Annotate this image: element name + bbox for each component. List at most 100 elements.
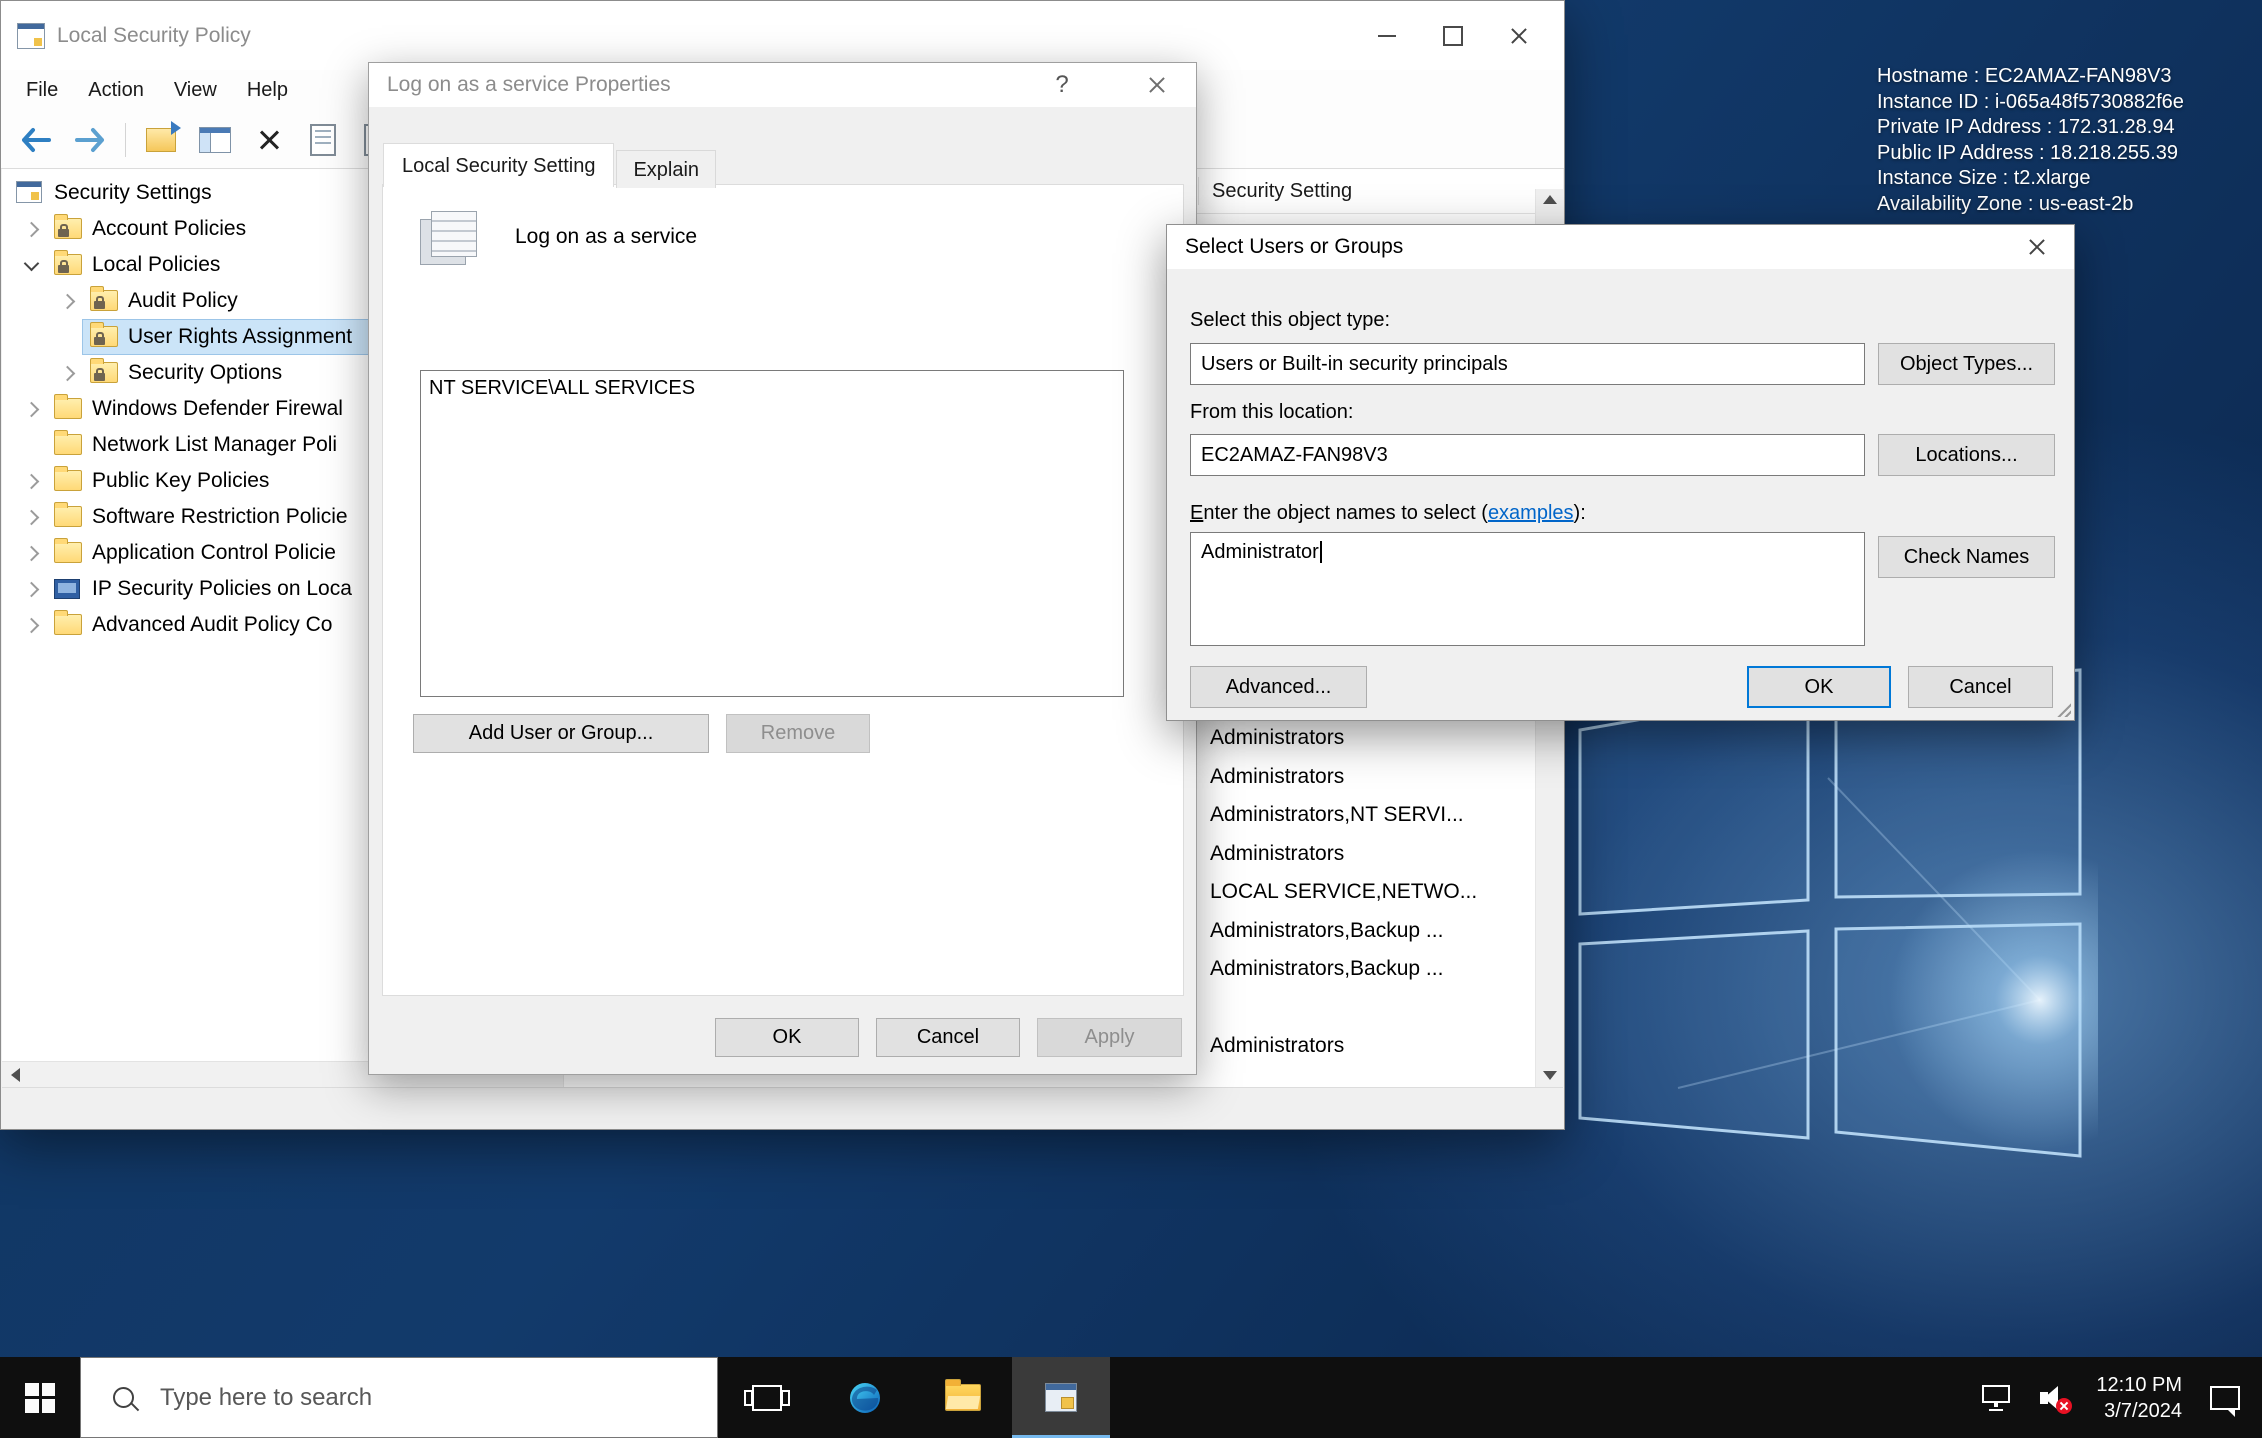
object-type-value: Users or Built-in security principals: [1201, 353, 1508, 376]
chevron-right-icon[interactable]: [24, 474, 40, 490]
ip-security-icon: [54, 579, 80, 599]
tree-item-label: Application Control Policie: [92, 535, 336, 571]
tree-item-label: Advanced Audit Policy Co: [92, 607, 332, 643]
check-names-button[interactable]: Check Names: [1878, 536, 2055, 578]
time: 12:10 PM: [2096, 1372, 2182, 1398]
list-item[interactable]: Administrators: [1210, 834, 1344, 873]
local-security-policy-task-button[interactable]: [1012, 1357, 1110, 1438]
back-button[interactable]: [13, 117, 59, 163]
scroll-left-icon: [11, 1068, 20, 1082]
folder-icon: [54, 614, 82, 635]
accel-letter: E: [1190, 502, 1203, 524]
folder-icon: [54, 470, 82, 491]
help-icon: ?: [1055, 71, 1068, 99]
remove-button[interactable]: Remove: [726, 714, 870, 753]
scroll-up-button[interactable]: [1536, 195, 1563, 204]
main-titlebar: Local Security Policy: [1, 1, 1564, 70]
task-view-button[interactable]: [718, 1357, 816, 1438]
cancel-button[interactable]: Cancel: [876, 1018, 1020, 1057]
examples-link[interactable]: examples: [1488, 502, 1574, 524]
locations-button[interactable]: Locations...: [1878, 434, 2055, 476]
policy-icon: [420, 211, 478, 267]
ok-button[interactable]: OK: [715, 1018, 859, 1057]
chevron-right-icon[interactable]: [24, 510, 40, 526]
folder-icon: [54, 434, 82, 455]
chevron-right-icon[interactable]: [60, 294, 76, 310]
file-explorer-button[interactable]: [914, 1357, 1012, 1438]
local-security-setting-page: Log on as a service NT SERVICE\ALL SERVI…: [382, 184, 1184, 996]
export-button[interactable]: [138, 117, 184, 163]
clock[interactable]: 12:10 PM 3/7/2024: [2096, 1372, 2182, 1424]
cancel-button[interactable]: Cancel: [1908, 666, 2053, 708]
policy-folder-icon: [54, 218, 82, 239]
object-type-field[interactable]: Users or Built-in security principals: [1190, 343, 1865, 385]
taskbar-search[interactable]: Type here to search: [80, 1357, 718, 1438]
forward-button[interactable]: [67, 117, 113, 163]
list-item[interactable]: Administrators: [1210, 1026, 1344, 1065]
object-names-input[interactable]: Administrator: [1190, 532, 1865, 646]
help-button[interactable]: ?: [1033, 63, 1091, 107]
system-tray: 12:10 PM 3/7/2024: [1982, 1357, 2262, 1438]
members-listbox[interactable]: NT SERVICE\ALL SERVICES: [420, 370, 1124, 697]
column-divider: [1198, 177, 1199, 205]
action-center-icon[interactable]: [2210, 1386, 2240, 1410]
menu-file[interactable]: File: [11, 79, 73, 102]
apply-button[interactable]: Apply: [1037, 1018, 1182, 1057]
local-security-policy-icon: [1045, 1383, 1077, 1412]
lock-icon: [94, 301, 105, 309]
column-header-security-setting[interactable]: Security Setting: [1212, 169, 1352, 213]
edge-button[interactable]: [816, 1357, 914, 1438]
add-user-or-group-button[interactable]: Add User or Group...: [413, 714, 709, 753]
minimize-button[interactable]: [1354, 1, 1420, 70]
location-field[interactable]: EC2AMAZ-FAN98V3: [1190, 434, 1865, 476]
member-item[interactable]: NT SERVICE\ALL SERVICES: [421, 371, 1123, 406]
chevron-right-icon[interactable]: [24, 222, 40, 238]
ok-button[interactable]: OK: [1747, 666, 1891, 708]
menu-help[interactable]: Help: [232, 79, 303, 102]
menu-view[interactable]: View: [159, 79, 232, 102]
chevron-right-icon[interactable]: [24, 402, 40, 418]
console-tree-icon: [199, 127, 231, 153]
list-item[interactable]: Administrators,Backup ...: [1210, 911, 1443, 950]
close-button[interactable]: [2008, 225, 2066, 269]
location-label: From this location:: [1190, 401, 1353, 424]
start-button[interactable]: [0, 1357, 80, 1438]
minimize-icon: [1378, 35, 1396, 37]
network-icon[interactable]: [1982, 1385, 2012, 1411]
chevron-right-icon[interactable]: [24, 582, 40, 598]
status-bar: [2, 1087, 1563, 1128]
list-item[interactable]: LOCAL SERVICE,NETWO...: [1210, 872, 1477, 911]
properties-button[interactable]: [300, 117, 346, 163]
object-names-value: Administrator: [1201, 541, 1319, 563]
scroll-down-button[interactable]: [1536, 1071, 1563, 1080]
chevron-down-icon[interactable]: [24, 256, 40, 272]
delete-button[interactable]: [246, 117, 292, 163]
chevron-right-icon[interactable]: [24, 546, 40, 562]
security-settings-icon: [16, 181, 42, 203]
close-button[interactable]: [1128, 63, 1186, 107]
toolbar-separator: [125, 123, 126, 157]
object-types-button[interactable]: Object Types...: [1878, 343, 2055, 385]
mute-badge: [2056, 1398, 2072, 1414]
tab-strip: Local Security Setting Explain: [383, 142, 718, 186]
list-item[interactable]: Administrators,NT SERVI...: [1210, 795, 1464, 834]
list-item[interactable]: Administrators: [1210, 718, 1344, 757]
volume-muted-icon[interactable]: [2040, 1385, 2068, 1411]
console-tree-toggle-button[interactable]: [192, 117, 238, 163]
resize-grip[interactable]: [2055, 701, 2071, 717]
advanced-button[interactable]: Advanced...: [1190, 666, 1367, 708]
menu-action[interactable]: Action: [73, 79, 159, 102]
windows-start-icon: [25, 1383, 55, 1413]
chevron-right-icon[interactable]: [24, 618, 40, 634]
chevron-right-icon[interactable]: [60, 366, 76, 382]
scroll-left-button[interactable]: [2, 1062, 28, 1088]
tab-local-security-setting[interactable]: Local Security Setting: [383, 143, 614, 187]
tree-item-label: User Rights Assignment: [128, 319, 352, 355]
maximize-button[interactable]: [1420, 1, 1486, 70]
tree-item-label: Audit Policy: [128, 283, 238, 319]
window-controls: [1354, 1, 1552, 70]
tab-explain[interactable]: Explain: [616, 150, 716, 188]
list-item[interactable]: Administrators: [1210, 757, 1344, 796]
list-item[interactable]: Administrators,Backup ...: [1210, 949, 1443, 988]
close-button[interactable]: [1486, 1, 1552, 70]
